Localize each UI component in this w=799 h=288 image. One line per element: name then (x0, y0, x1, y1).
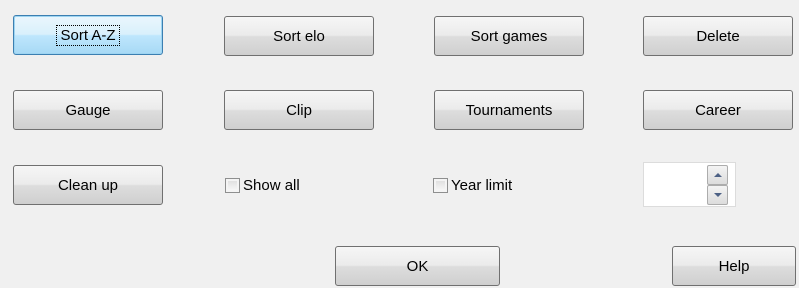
gauge-button[interactable]: Gauge (13, 90, 163, 130)
arrow-down-icon (713, 193, 722, 197)
gauge-label: Gauge (65, 101, 111, 119)
delete-button[interactable]: Delete (643, 16, 793, 56)
career-label: Career (695, 101, 741, 119)
sort-games-button[interactable]: Sort games (434, 16, 584, 56)
sort-games-label: Sort games (470, 27, 548, 45)
ok-button[interactable]: OK (335, 246, 500, 286)
show-all-checkbox-box[interactable] (225, 177, 240, 193)
clean-up-label: Clean up (57, 176, 119, 194)
help-button[interactable]: Help (672, 246, 796, 286)
sort-elo-label: Sort elo (273, 27, 325, 45)
show-all-checkbox[interactable]: Show all (225, 175, 300, 195)
show-all-label: Show all (243, 176, 300, 194)
year-spinner (643, 162, 736, 207)
dialog: Sort A-Z Sort elo Sort games Delete Gaug… (0, 0, 799, 288)
tournaments-button[interactable]: Tournaments (434, 90, 584, 130)
year-limit-checkbox-box[interactable] (433, 177, 448, 193)
delete-label: Delete (696, 27, 740, 45)
year-limit-label: Year limit (451, 176, 513, 194)
year-limit-checkbox[interactable]: Year limit (433, 175, 512, 195)
clip-label: Clip (286, 101, 312, 119)
clip-button[interactable]: Clip (224, 90, 374, 130)
spin-down-button[interactable] (707, 185, 728, 205)
year-input[interactable] (644, 163, 706, 206)
ok-label: OK (406, 257, 429, 275)
career-button[interactable]: Career (643, 90, 793, 130)
spin-up-button[interactable] (707, 165, 728, 185)
sort-az-label: Sort A-Z (56, 24, 120, 46)
help-label: Help (718, 257, 750, 275)
sort-elo-button[interactable]: Sort elo (224, 16, 374, 56)
arrow-up-icon (713, 173, 722, 177)
sort-az-button[interactable]: Sort A-Z (13, 15, 163, 55)
tournaments-label: Tournaments (465, 101, 553, 119)
clean-up-button[interactable]: Clean up (13, 165, 163, 205)
